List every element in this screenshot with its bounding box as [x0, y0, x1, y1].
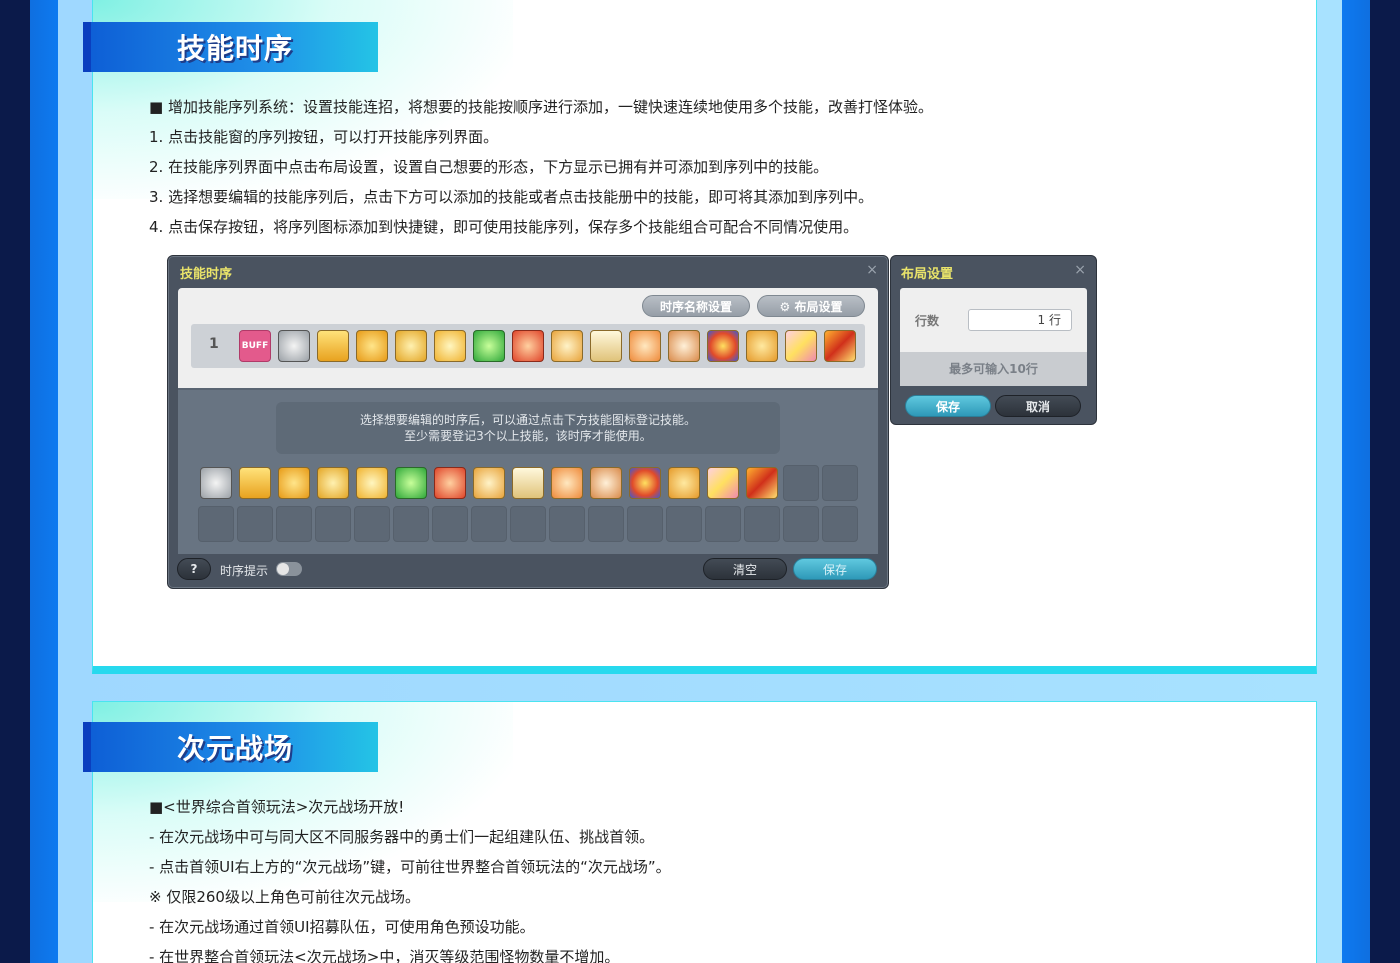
- skill-slot-icon[interactable]: [434, 330, 466, 362]
- available-skill-icon[interactable]: [590, 467, 622, 499]
- available-skill-icon[interactable]: [434, 467, 466, 499]
- empty-skill-slot[interactable]: [276, 506, 312, 542]
- sequence-row[interactable]: 1 BUFF: [191, 324, 865, 368]
- skill-sequence-description: ■ 增加技能序列系统：设置技能连招，将想要的技能按顺序进行添加，一键快速连续地使…: [149, 92, 933, 242]
- layout-settings-button[interactable]: ⚙ 布局设置: [757, 295, 865, 317]
- description-line: - 在次元战场通过首领UI招募队伍，可使用角色预设功能。: [149, 918, 535, 936]
- buff-icon[interactable]: BUFF: [239, 330, 271, 362]
- skill-slot-icon[interactable]: [590, 330, 622, 362]
- rows-label: 行数: [915, 314, 940, 328]
- skill-slot-icon[interactable]: [551, 330, 583, 362]
- section-title-skill-sequence: 技能时序: [83, 22, 378, 72]
- skill-slot-icon[interactable]: [473, 330, 505, 362]
- empty-skill-slot[interactable]: [783, 506, 819, 542]
- available-skill-icon[interactable]: [707, 467, 739, 499]
- available-skill-icon[interactable]: [551, 467, 583, 499]
- window-footer: ? 时序提示 清空 保存: [168, 556, 888, 588]
- description-line: ■ 增加技能序列系统：设置技能连招，将想要的技能按顺序进行添加，一键快速连续地使…: [149, 98, 933, 116]
- empty-skill-slot[interactable]: [666, 506, 702, 542]
- save-button[interactable]: 保存: [793, 558, 877, 580]
- window-title: 布局设置: [901, 267, 954, 282]
- hint-line: 选择想要编辑的时序后，可以通过点击下方技能图标登记技能。: [359, 413, 696, 427]
- available-skill-icon[interactable]: [356, 467, 388, 499]
- available-skill-icon[interactable]: [395, 467, 427, 499]
- available-skill-icon[interactable]: [317, 467, 349, 499]
- empty-skill-slot[interactable]: [783, 465, 819, 501]
- registration-hint: 选择想要编辑的时序后，可以通过点击下方技能图标登记技能。 至少需要登记3个以上技…: [276, 402, 780, 454]
- help-button[interactable]: ?: [177, 558, 211, 580]
- description-line: 1. 点击技能窗的序列按钮，可以打开技能序列界面。: [149, 128, 499, 146]
- layout-save-button[interactable]: 保存: [905, 395, 991, 417]
- skill-slot-icon[interactable]: [356, 330, 388, 362]
- description-line: 2. 在技能序列界面中点击布局设置，设置自己想要的形态，下方显示已拥有并可添加到…: [149, 158, 829, 176]
- available-skill-icon[interactable]: [200, 467, 232, 499]
- hint-line: 至少需要登记3个以上技能，该时序才能使用。: [404, 429, 652, 443]
- available-skill-icon[interactable]: [473, 467, 505, 499]
- empty-skill-slot[interactable]: [354, 506, 390, 542]
- skill-slot-icon[interactable]: [746, 330, 778, 362]
- available-skill-icon[interactable]: [629, 467, 661, 499]
- available-skill-icon[interactable]: [668, 467, 700, 499]
- sequence-hint-label: 时序提示: [220, 564, 269, 578]
- available-skills-area: 选择想要编辑的时序后，可以通过点击下方技能图标登记技能。 至少需要登记3个以上技…: [178, 388, 878, 554]
- empty-skill-slot[interactable]: [198, 506, 234, 542]
- layout-settings-body: 行数 1 行 最多可输入10行: [900, 288, 1087, 386]
- skill-slot-icon[interactable]: [278, 330, 310, 362]
- sequence-area: 时序名称设置 ⚙ 布局设置 1 BUFF: [178, 288, 878, 388]
- skill-slot-icon[interactable]: [824, 330, 856, 362]
- sequence-name-settings-button[interactable]: 时序名称设置: [642, 295, 750, 317]
- empty-skill-slot[interactable]: [315, 506, 351, 542]
- available-skill-icon[interactable]: [239, 467, 271, 499]
- description-line: 3. 选择想要编辑的技能序列后，点击下方可以添加的技能或者点击技能册中的技能，即…: [149, 188, 874, 206]
- description-line: - 在世界整合首领玩法<次元战场>中，消灭等级范围怪物数量不增加。: [149, 948, 620, 963]
- empty-skill-slot[interactable]: [549, 506, 585, 542]
- skill-slot-icon[interactable]: [785, 330, 817, 362]
- close-icon[interactable]: ×: [1074, 262, 1086, 278]
- rows-input[interactable]: 1 行: [968, 309, 1072, 331]
- empty-skill-slot[interactable]: [627, 506, 663, 542]
- empty-skill-slot[interactable]: [237, 506, 273, 542]
- empty-skill-slot[interactable]: [744, 506, 780, 542]
- available-skill-icon[interactable]: [746, 467, 778, 499]
- clear-button[interactable]: 清空: [703, 558, 787, 580]
- available-skill-icon[interactable]: [278, 467, 310, 499]
- empty-skill-slot[interactable]: [471, 506, 507, 542]
- window-title: 技能时序: [180, 267, 233, 282]
- skill-sequence-window: 技能时序 × 时序名称设置 ⚙ 布局设置 1 BUFF 选择想要编辑的时序后，可…: [167, 255, 889, 589]
- row-number: 1: [209, 336, 219, 352]
- close-icon[interactable]: ×: [866, 262, 878, 278]
- description-line: - 在次元战场中可与同大区不同服务器中的勇士们一起组建队伍、挑战首领。: [149, 828, 655, 846]
- empty-skill-slot[interactable]: [705, 506, 741, 542]
- description-line: ■<世界综合首领玩法>次元战场开放!: [149, 798, 405, 816]
- description-line: - 点击首领UI右上方的“次元战场”键，可前往世界整合首领玩法的“次元战场”。: [149, 858, 671, 876]
- description-line: 4. 点击保存按钮，将序列图标添加到快捷键，即可使用技能序列，保存多个技能组合可…: [149, 218, 859, 236]
- skill-slot-icon[interactable]: [317, 330, 349, 362]
- skill-slot-icon[interactable]: [668, 330, 700, 362]
- dimension-battlefield-description: ■<世界综合首领玩法>次元战场开放! - 在次元战场中可与同大区不同服务器中的勇…: [149, 792, 671, 963]
- description-line: ※ 仅限260级以上角色可前往次元战场。: [149, 888, 420, 906]
- skill-slot-icon[interactable]: [707, 330, 739, 362]
- layout-cancel-button[interactable]: 取消: [995, 395, 1081, 417]
- skill-slot-icon[interactable]: [629, 330, 661, 362]
- max-rows-hint: 最多可输入10行: [900, 352, 1087, 386]
- empty-skill-slot[interactable]: [822, 465, 858, 501]
- empty-skill-slot[interactable]: [510, 506, 546, 542]
- sequence-hint-toggle[interactable]: [276, 562, 302, 576]
- empty-skill-slot[interactable]: [393, 506, 429, 542]
- layout-settings-window: 布局设置 × 行数 1 行 最多可输入10行 保存 取消: [890, 255, 1097, 425]
- empty-skill-slot[interactable]: [822, 506, 858, 542]
- available-skill-icon[interactable]: [512, 467, 544, 499]
- empty-skill-slot[interactable]: [588, 506, 624, 542]
- skill-slot-icon[interactable]: [512, 330, 544, 362]
- empty-skill-slot[interactable]: [432, 506, 468, 542]
- skill-slot-icon[interactable]: [395, 330, 427, 362]
- section-title-dimension-battlefield: 次元战场: [83, 722, 378, 772]
